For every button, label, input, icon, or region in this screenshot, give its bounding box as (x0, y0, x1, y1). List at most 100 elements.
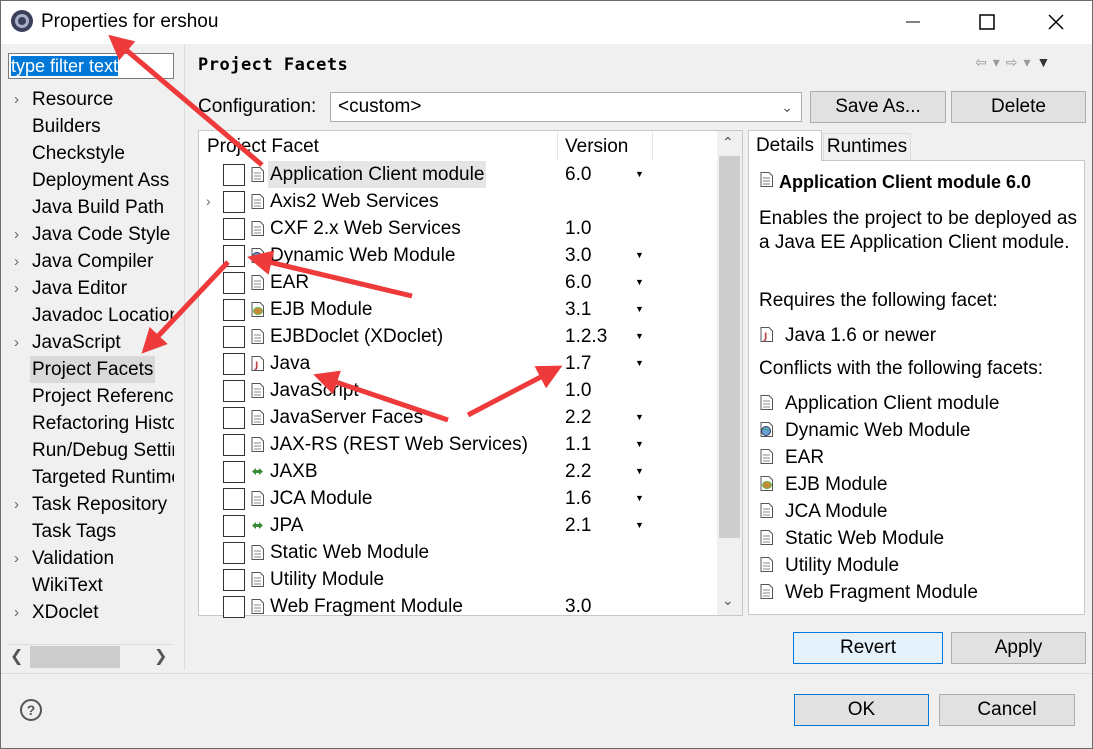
column-separator[interactable] (557, 132, 558, 160)
facet-row[interactable]: › Axis2 Web Services (199, 188, 717, 215)
facet-checkbox[interactable] (223, 569, 245, 591)
nav-item-resource[interactable]: › Resource (0, 86, 174, 113)
facet-row[interactable]: Dynamic Web Module 3.0 ▼ (199, 242, 717, 269)
facet-checkbox[interactable] (223, 353, 245, 375)
facet-checkbox[interactable] (223, 542, 245, 564)
splitter[interactable] (184, 44, 185, 670)
facet-checkbox[interactable] (223, 461, 245, 483)
facet-row[interactable]: Utility Module (199, 566, 717, 593)
nav-item-targeted-runtimes[interactable]: Targeted Runtimes (0, 464, 174, 491)
expand-arrow-icon[interactable]: › (14, 221, 26, 248)
configuration-select[interactable]: <custom> ⌄ (330, 92, 802, 122)
nav-item-project-references[interactable]: Project References (0, 383, 174, 410)
expand-arrow-icon[interactable]: › (14, 248, 26, 275)
tab-details[interactable]: Details (748, 130, 822, 161)
facet-checkbox[interactable] (223, 515, 245, 537)
facet-version[interactable]: 3.1 (565, 296, 591, 323)
nav-item-task-repository[interactable]: › Task Repository (0, 491, 174, 518)
scroll-left-icon[interactable]: ❮ (10, 646, 23, 666)
nav-item-javadoc-location[interactable]: Javadoc Location (0, 302, 174, 329)
facet-checkbox[interactable] (223, 434, 245, 456)
facet-version[interactable]: 2.2 (565, 404, 591, 431)
facet-version[interactable]: 6.0 (565, 161, 591, 188)
maximize-button[interactable] (964, 0, 1010, 44)
forward-arrow-icon[interactable]: ⇨ (1006, 54, 1018, 72)
nav-item-java-code-style[interactable]: › Java Code Style (0, 221, 174, 248)
nav-item-builders[interactable]: Builders (0, 113, 174, 140)
expand-arrow-icon[interactable]: › (14, 275, 26, 302)
facet-checkbox[interactable] (223, 326, 245, 348)
facet-version[interactable]: 6.0 (565, 269, 591, 296)
nav-item-refactoring-history[interactable]: Refactoring History (0, 410, 174, 437)
nav-item-xdoclet[interactable]: › XDoclet (0, 599, 174, 626)
version-dropdown-icon[interactable]: ▼ (635, 431, 644, 458)
facet-row[interactable]: JavaScript 1.0 (199, 377, 717, 404)
expand-arrow-icon[interactable]: › (14, 491, 26, 518)
version-dropdown-icon[interactable]: ▼ (635, 512, 644, 539)
version-dropdown-icon[interactable]: ▼ (635, 161, 644, 188)
forward-menu-icon[interactable]: ▾ (1024, 54, 1031, 72)
help-icon[interactable]: ? (20, 699, 42, 721)
facet-version[interactable]: 3.0 (565, 242, 591, 269)
facet-checkbox[interactable] (223, 596, 245, 618)
save-as-button[interactable]: Save As... (810, 91, 946, 123)
apply-button[interactable]: Apply (951, 632, 1086, 664)
nav-item-deployment-ass[interactable]: Deployment Ass (0, 167, 174, 194)
table-scroll-thumb[interactable] (719, 156, 740, 538)
scroll-up-icon[interactable]: ⌃ (722, 134, 734, 151)
nav-item-run-debug-settings[interactable]: Run/Debug Settings (0, 437, 174, 464)
version-dropdown-icon[interactable]: ▼ (635, 458, 644, 485)
expand-arrow-icon[interactable]: › (14, 545, 26, 572)
facet-checkbox[interactable] (223, 245, 245, 267)
column-separator[interactable] (652, 132, 653, 160)
facet-checkbox[interactable] (223, 380, 245, 402)
facet-checkbox[interactable] (223, 488, 245, 510)
facet-row[interactable]: EAR 6.0 ▼ (199, 269, 717, 296)
version-dropdown-icon[interactable]: ▼ (635, 485, 644, 512)
nav-scroll-thumb[interactable] (30, 646, 120, 668)
version-dropdown-icon[interactable]: ▼ (635, 350, 644, 377)
facet-version[interactable]: 1.6 (565, 485, 591, 512)
column-header-version[interactable]: Version (565, 136, 628, 158)
facet-checkbox[interactable] (223, 164, 245, 186)
nav-item-validation[interactable]: › Validation (0, 545, 174, 572)
expand-arrow-icon[interactable]: › (14, 86, 26, 113)
facet-version[interactable]: 2.2 (565, 458, 591, 485)
nav-item-javascript[interactable]: › JavaScript (0, 329, 174, 356)
facet-row[interactable]: JPA 2.1 ▼ (199, 512, 717, 539)
expand-arrow-icon[interactable]: › (206, 188, 211, 215)
tab-runtimes[interactable]: Runtimes (823, 133, 911, 160)
nav-item-java-compiler[interactable]: › Java Compiler (0, 248, 174, 275)
facet-row[interactable]: EJB Module 3.1 ▼ (199, 296, 717, 323)
facet-checkbox[interactable] (223, 299, 245, 321)
facet-row[interactable]: JAXB 2.2 ▼ (199, 458, 717, 485)
nav-item-java-editor[interactable]: › Java Editor (0, 275, 174, 302)
back-arrow-icon[interactable]: ⇦ (975, 54, 987, 72)
scroll-down-icon[interactable]: ⌄ (722, 592, 734, 609)
version-dropdown-icon[interactable]: ▼ (635, 323, 644, 350)
facet-row[interactable]: J Java 1.7 ▼ (199, 350, 717, 377)
nav-item-task-tags[interactable]: Task Tags (0, 518, 174, 545)
facet-row[interactable]: EJBDoclet (XDoclet) 1.2.3 ▼ (199, 323, 717, 350)
back-menu-icon[interactable]: ▾ (993, 54, 1000, 72)
facet-checkbox[interactable] (223, 191, 245, 213)
delete-button[interactable]: Delete (951, 91, 1086, 123)
expand-arrow-icon[interactable]: › (14, 329, 26, 356)
nav-item-checkstyle[interactable]: Checkstyle (0, 140, 174, 167)
facet-row[interactable]: Web Fragment Module 3.0 (199, 593, 717, 620)
expand-arrow-icon[interactable]: › (14, 599, 26, 626)
nav-item-wikitext[interactable]: WikiText (0, 572, 174, 599)
facet-row[interactable]: JAX-RS (REST Web Services) 1.1 ▼ (199, 431, 717, 458)
version-dropdown-icon[interactable]: ▼ (635, 242, 644, 269)
ok-button[interactable]: OK (794, 694, 929, 726)
cancel-button[interactable]: Cancel (939, 694, 1075, 726)
version-dropdown-icon[interactable]: ▼ (635, 296, 644, 323)
facet-row[interactable]: JCA Module 1.6 ▼ (199, 485, 717, 512)
filter-input[interactable]: type filter text (8, 53, 174, 79)
facet-row[interactable]: JavaServer Faces 2.2 ▼ (199, 404, 717, 431)
facet-checkbox[interactable] (223, 218, 245, 240)
version-dropdown-icon[interactable]: ▼ (635, 404, 644, 431)
nav-item-java-build-path[interactable]: Java Build Path (0, 194, 174, 221)
facet-version[interactable]: 1.1 (565, 431, 591, 458)
facet-version[interactable]: 2.1 (565, 512, 591, 539)
